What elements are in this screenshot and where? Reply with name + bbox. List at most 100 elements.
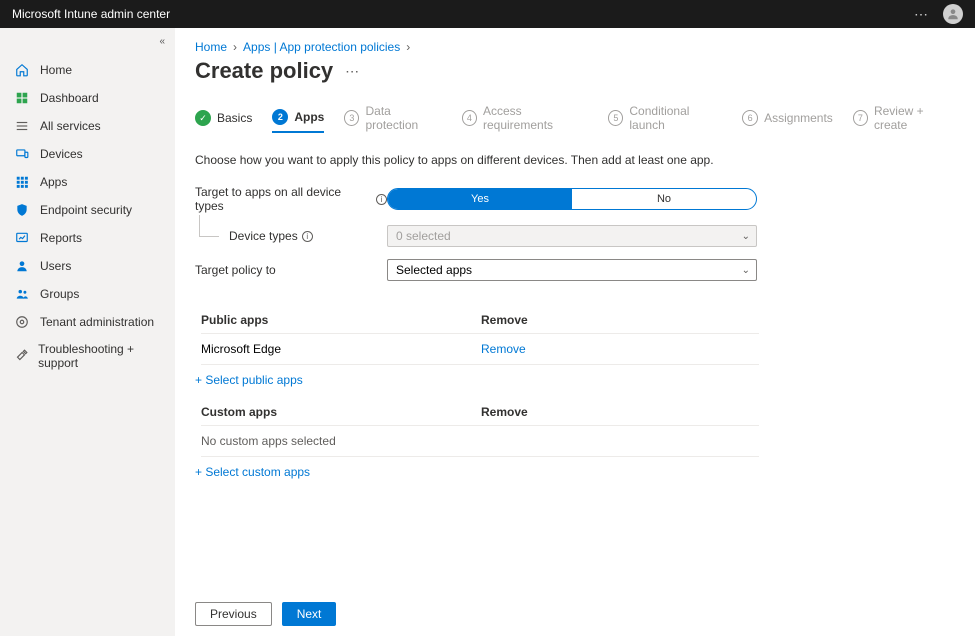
step-data-protection[interactable]: 3 Data protection <box>344 104 442 138</box>
sidebar-item-users[interactable]: Users <box>0 252 175 280</box>
tenant-icon <box>14 314 30 330</box>
step-label: Data protection <box>365 104 441 132</box>
sidebar-item-label: Tenant administration <box>40 315 154 329</box>
sidebar-item-tenant-admin[interactable]: Tenant administration <box>0 308 175 336</box>
step-conditional-launch[interactable]: 5 Conditional launch <box>608 104 722 138</box>
step-number: 4 <box>462 110 477 126</box>
group-icon <box>14 286 30 302</box>
public-apps-header: Public apps <box>201 313 481 327</box>
chevron-right-icon: › <box>406 40 410 54</box>
breadcrumb-apps[interactable]: Apps | App protection policies <box>243 40 400 54</box>
avatar[interactable] <box>943 4 963 24</box>
previous-button[interactable]: Previous <box>195 602 272 626</box>
toggle-yes[interactable]: Yes <box>388 189 572 209</box>
step-apps[interactable]: 2 Apps <box>272 109 324 133</box>
step-number: 7 <box>853 110 868 126</box>
empty-text: No custom apps selected <box>201 434 481 448</box>
sidebar-item-label: Users <box>40 259 71 273</box>
info-icon[interactable]: i <box>302 231 313 242</box>
breadcrumb: Home › Apps | App protection policies › <box>195 40 955 54</box>
select-public-apps-link[interactable]: + Select public apps <box>195 373 955 387</box>
footer-bar: Previous Next <box>195 602 336 626</box>
toggle-no[interactable]: No <box>572 189 756 209</box>
sidebar-item-label: All services <box>40 119 101 133</box>
sidebar-item-label: Devices <box>40 147 83 161</box>
content: Home › Apps | App protection policies › … <box>175 28 975 636</box>
step-assignments[interactable]: 6 Assignments <box>742 110 833 132</box>
devices-icon <box>14 146 30 162</box>
breadcrumb-home[interactable]: Home <box>195 40 227 54</box>
sidebar-item-label: Home <box>40 63 72 77</box>
check-icon: ✓ <box>195 110 211 126</box>
wrench-icon <box>14 348 28 364</box>
combo-value: 0 selected <box>396 229 451 243</box>
select-custom-apps-link[interactable]: + Select custom apps <box>195 465 955 479</box>
table-row: No custom apps selected <box>201 426 759 457</box>
services-icon <box>14 118 30 134</box>
sidebar-item-label: Groups <box>40 287 79 301</box>
step-basics[interactable]: ✓ Basics <box>195 110 252 132</box>
target-policy-label: Target policy to <box>195 263 387 277</box>
combo-value: Selected apps <box>396 263 472 277</box>
step-number: 6 <box>742 110 758 126</box>
chevron-down-icon: ⌄ <box>742 265 750 276</box>
next-button[interactable]: Next <box>282 602 337 626</box>
chevron-down-icon: ⌄ <box>742 231 750 242</box>
device-types-combo: 0 selected ⌄ <box>387 225 757 247</box>
indent-connector <box>199 215 219 237</box>
instruction-text: Choose how you want to apply this policy… <box>195 153 955 167</box>
title-more-icon[interactable]: ⋯ <box>345 63 359 80</box>
sidebar-item-apps[interactable]: Apps <box>0 168 175 196</box>
public-apps-table: Public apps Remove Microsoft Edge Remove <box>201 307 759 365</box>
step-number: 5 <box>608 110 623 126</box>
step-label: Review + create <box>874 104 955 132</box>
sidebar-item-devices[interactable]: Devices <box>0 140 175 168</box>
app-title: Microsoft Intune admin center <box>12 7 170 21</box>
remove-header: Remove <box>481 313 759 327</box>
info-icon[interactable]: i <box>376 194 387 205</box>
remove-header: Remove <box>481 405 759 419</box>
target-policy-combo[interactable]: Selected apps ⌄ <box>387 259 757 281</box>
step-label: Assignments <box>764 111 833 125</box>
more-icon[interactable]: ⋯ <box>914 6 929 23</box>
sidebar-item-groups[interactable]: Groups <box>0 280 175 308</box>
sidebar: « Home Dashboard All services Devices Ap… <box>0 28 175 636</box>
device-types-label: Device types i <box>195 229 387 243</box>
topbar: Microsoft Intune admin center ⋯ <box>0 0 975 28</box>
sidebar-item-endpoint-security[interactable]: Endpoint security <box>0 196 175 224</box>
sidebar-item-label: Apps <box>40 175 67 189</box>
sidebar-item-label: Endpoint security <box>40 203 132 217</box>
step-label: Apps <box>294 110 324 124</box>
step-label: Access requirements <box>483 104 588 132</box>
app-name: Microsoft Edge <box>201 342 481 356</box>
custom-apps-header: Custom apps <box>201 405 481 419</box>
chevron-right-icon: › <box>233 40 237 54</box>
remove-link[interactable]: Remove <box>481 342 759 356</box>
wizard-steps: ✓ Basics 2 Apps 3 Data protection 4 Acce… <box>195 104 955 139</box>
user-icon <box>14 258 30 274</box>
collapse-icon[interactable]: « <box>159 36 165 47</box>
sidebar-item-dashboard[interactable]: Dashboard <box>0 84 175 112</box>
step-review-create[interactable]: 7 Review + create <box>853 104 955 138</box>
target-all-label: Target to apps on all device types i <box>195 185 387 213</box>
sidebar-item-label: Troubleshooting + support <box>38 342 161 370</box>
sidebar-item-troubleshooting[interactable]: Troubleshooting + support <box>0 336 175 376</box>
target-all-toggle[interactable]: Yes No <box>387 188 757 210</box>
custom-apps-table: Custom apps Remove No custom apps select… <box>201 399 759 457</box>
sidebar-item-label: Reports <box>40 231 82 245</box>
step-number: 2 <box>272 109 288 125</box>
shield-icon <box>14 202 30 218</box>
step-access-requirements[interactable]: 4 Access requirements <box>462 104 588 138</box>
apps-icon <box>14 174 30 190</box>
reports-icon <box>14 230 30 246</box>
step-number: 3 <box>344 110 359 126</box>
sidebar-item-label: Dashboard <box>40 91 99 105</box>
table-row: Microsoft Edge Remove <box>201 334 759 365</box>
step-label: Conditional launch <box>629 104 722 132</box>
dashboard-icon <box>14 90 30 106</box>
sidebar-item-home[interactable]: Home <box>0 56 175 84</box>
step-label: Basics <box>217 111 252 125</box>
page-title: Create policy <box>195 58 333 84</box>
sidebar-item-all-services[interactable]: All services <box>0 112 175 140</box>
sidebar-item-reports[interactable]: Reports <box>0 224 175 252</box>
